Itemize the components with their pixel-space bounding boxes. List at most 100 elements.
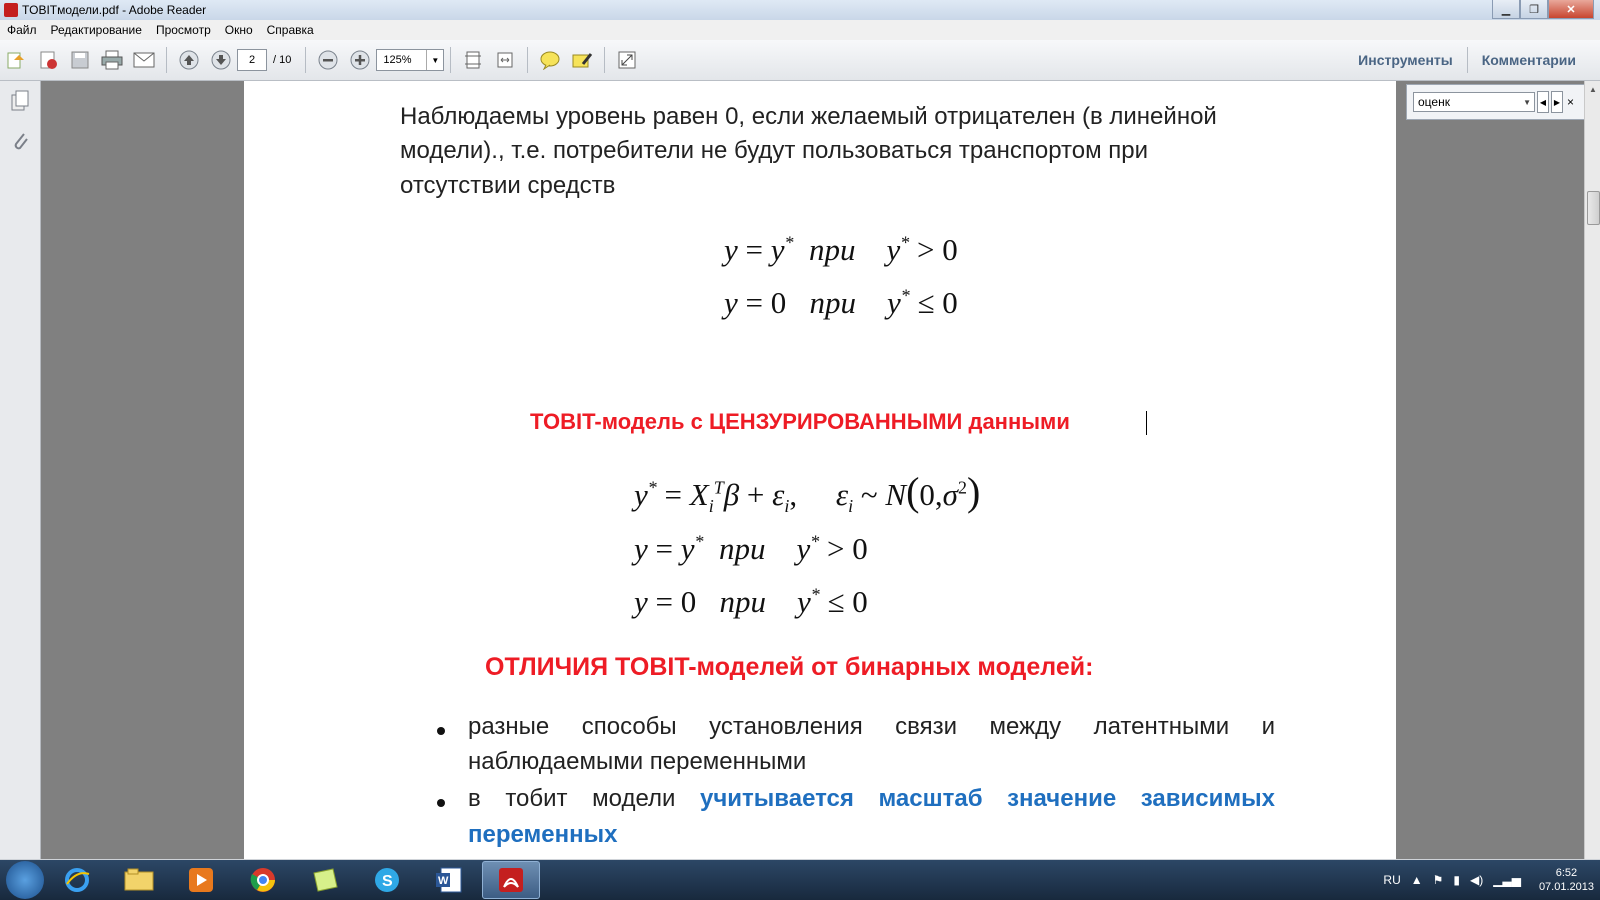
paragraph-line: Наблюдаемы уровень равен 0, если желаемы… <box>400 103 1217 130</box>
menu-edit[interactable]: Редактирование <box>44 23 149 37</box>
word: способы <box>581 713 677 740</box>
section-heading: TOBIT-модель с ЦЕНЗУРИРОВАННЫМИ данными <box>530 409 1070 434</box>
formula-line: y = y* при y* > 0 <box>724 232 958 267</box>
email-icon[interactable] <box>131 47 157 73</box>
highlight-icon[interactable] <box>569 47 595 73</box>
power-icon[interactable]: ▮ <box>1453 873 1460 887</box>
find-input[interactable]: оценк ▼ <box>1413 92 1535 112</box>
title-bar: TOBITмодели.pdf - Adobe Reader ▁ ❐ ✕ <box>0 0 1600 20</box>
menu-file[interactable]: Файл <box>0 23 44 37</box>
svg-text:W: W <box>438 875 449 887</box>
internet-explorer-icon[interactable] <box>48 861 106 899</box>
formula-line: y = y* при y* > 0 <box>634 531 868 566</box>
word: и <box>1261 713 1275 740</box>
bullet-dot <box>437 799 445 807</box>
word: установления <box>709 713 863 740</box>
paragraph-line: модели)., т.е. потребители не будут поль… <box>400 137 1149 164</box>
bullet-dot <box>437 727 445 735</box>
previous-page-icon[interactable] <box>176 47 202 73</box>
taskbar: S W RU ▲ ⚑ ▮ ◀) ▁▃▅ 6:52 07.01.2013 <box>0 860 1600 900</box>
close-button[interactable]: ✕ <box>1548 0 1594 19</box>
volume-icon[interactable]: ◀) <box>1470 873 1483 887</box>
zoom-out-icon[interactable] <box>315 47 341 73</box>
text-cursor <box>1146 411 1147 435</box>
word: модели <box>592 785 676 812</box>
section-heading: ОТЛИЧИЯ TOBIT-моделей от бинарных моделе… <box>485 653 1094 681</box>
toolbar-separator <box>604 47 606 73</box>
find-query: оценк <box>1418 95 1450 109</box>
minimize-button[interactable]: ▁ <box>1492 0 1520 19</box>
restore-button[interactable]: ❐ <box>1520 0 1548 19</box>
menu-view[interactable]: Просмотр <box>149 23 218 37</box>
toolbar: 2 / 10 125% ▼ Инструменты Комментарии <box>0 40 1600 81</box>
comments-button[interactable]: Комментарии <box>1468 52 1590 68</box>
attachments-icon[interactable] <box>0 121 40 161</box>
sticky-notes-icon[interactable] <box>296 861 354 899</box>
word: разные <box>468 713 550 740</box>
highlighted-word: зависимых <box>1140 785 1275 812</box>
formula-line: y = 0 при y* ≤ 0 <box>724 285 958 320</box>
svg-text:S: S <box>382 873 393 890</box>
show-hidden-icons-icon[interactable]: ▲ <box>1411 873 1423 887</box>
toolbar-separator <box>166 47 167 73</box>
tools-button[interactable]: Инструменты <box>1344 52 1467 68</box>
document-viewport[interactable]: Наблюдаемы уровень равен 0, если желаемы… <box>41 81 1584 859</box>
menu-help[interactable]: Справка <box>260 23 321 37</box>
find-toolbar: оценк ▼ ◀ ▶ × <box>1406 84 1586 120</box>
vertical-scrollbar[interactable]: ▲ <box>1584 81 1600 859</box>
find-next-button[interactable]: ▶ <box>1551 91 1563 113</box>
zoom-in-icon[interactable] <box>347 47 373 73</box>
open-icon[interactable] <box>3 47 29 73</box>
create-pdf-icon[interactable] <box>35 47 61 73</box>
bullet-line: наблюдаемыми переменными <box>468 748 807 775</box>
clock-time: 6:52 <box>1555 867 1578 879</box>
word: связи <box>895 713 958 740</box>
save-icon[interactable] <box>67 47 93 73</box>
network-icon[interactable]: ▁▃▅ <box>1493 873 1521 887</box>
page-number-input[interactable]: 2 <box>237 49 267 71</box>
highlighted-word: масштаб <box>878 785 983 812</box>
bullet-line: в тобит модели учитывается масштаб значе… <box>468 785 1275 813</box>
word: в <box>468 785 481 812</box>
menu-window[interactable]: Окно <box>218 23 260 37</box>
start-button[interactable] <box>6 861 44 899</box>
file-explorer-icon[interactable] <box>110 861 168 899</box>
word: тобит <box>505 785 568 812</box>
language-indicator[interactable]: RU <box>1383 873 1400 887</box>
chrome-icon[interactable] <box>234 861 292 899</box>
fit-width-icon[interactable] <box>492 47 518 73</box>
pages-icon[interactable] <box>0 81 40 121</box>
bullet-line: переменных <box>468 821 618 848</box>
adobe-reader-taskbar-icon[interactable] <box>482 861 540 899</box>
pdf-page: Наблюдаемы уровень равен 0, если желаемы… <box>244 81 1396 859</box>
scroll-up-icon[interactable]: ▲ <box>1585 81 1600 97</box>
comment-icon[interactable] <box>537 47 563 73</box>
zoom-select[interactable]: 125% ▼ <box>376 49 445 71</box>
word-icon[interactable]: W <box>420 861 478 899</box>
clock-date: 07.01.2013 <box>1538 881 1594 893</box>
find-previous-button[interactable]: ◀ <box>1537 91 1549 113</box>
zoom-value: 125% <box>383 54 412 66</box>
formula-line: y* = XiTβ + εi, εi ~ N(0,σ2) <box>634 469 981 517</box>
full-screen-icon[interactable] <box>614 47 640 73</box>
action-center-flag-icon[interactable]: ⚑ <box>1433 873 1444 887</box>
media-player-icon[interactable] <box>172 861 230 899</box>
navigation-panel <box>0 81 41 859</box>
scrollbar-thumb[interactable] <box>1587 191 1600 225</box>
chevron-down-icon[interactable]: ▼ <box>1523 98 1534 107</box>
toolbar-right: Инструменты Комментарии <box>1344 40 1590 80</box>
skype-icon[interactable]: S <box>358 861 416 899</box>
menu-bar: Файл Редактирование Просмотр Окно Справк… <box>0 20 1600 40</box>
close-icon[interactable]: × <box>1567 95 1574 109</box>
adobe-reader-icon <box>4 3 18 17</box>
bullet-line: разные способы установления связи между … <box>468 713 1275 741</box>
toolbar-separator <box>450 47 452 73</box>
page-total: / 10 <box>273 54 292 66</box>
system-tray: RU ▲ ⚑ ▮ ◀) ▁▃▅ 6:52 07.01.2013 <box>1373 860 1594 900</box>
next-page-icon[interactable] <box>208 47 234 73</box>
clock[interactable]: 6:52 07.01.2013 <box>1539 866 1594 894</box>
chevron-down-icon[interactable]: ▼ <box>426 50 443 70</box>
print-icon[interactable] <box>99 47 125 73</box>
fit-page-icon[interactable] <box>460 47 486 73</box>
paragraph-line: отсутствии средств <box>400 172 616 199</box>
